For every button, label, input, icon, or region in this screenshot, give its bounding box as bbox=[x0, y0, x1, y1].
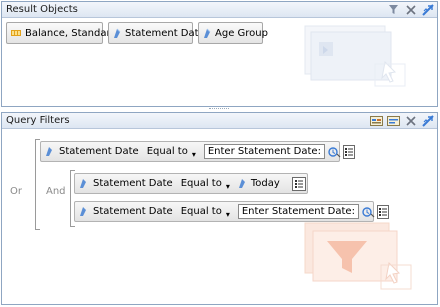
filter-operator-label[interactable]: Equal to bbox=[181, 178, 222, 189]
result-objects-toolbar bbox=[387, 3, 434, 16]
list-icon[interactable] bbox=[342, 144, 355, 159]
clear-all-icon[interactable] bbox=[421, 114, 434, 127]
result-object-label: Age Group bbox=[215, 27, 268, 39]
prompt-properties-icon[interactable] bbox=[362, 204, 375, 219]
list-icon[interactable] bbox=[291, 176, 306, 191]
result-object-label: Statement Date bbox=[125, 27, 205, 39]
result-objects-title: Result Objects bbox=[6, 4, 78, 15]
query-filters-title: Query Filters bbox=[6, 115, 70, 126]
result-object-label: Balance, Standard bbox=[25, 27, 117, 39]
result-object-age-group[interactable]: Age Group bbox=[198, 22, 268, 44]
splitter-grip[interactable] bbox=[209, 108, 229, 111]
dimension-icon bbox=[203, 28, 211, 39]
result-objects-watermark bbox=[297, 22, 417, 97]
result-objects-header: Result Objects bbox=[2, 2, 437, 18]
dimension-icon bbox=[79, 178, 87, 189]
result-objects-panel: Result Objects bbox=[1, 1, 438, 107]
filter-object-label: Statement Date bbox=[93, 178, 173, 189]
close-icon[interactable] bbox=[404, 3, 417, 16]
measure-icon bbox=[11, 30, 21, 36]
filter-object-label: Statement Date bbox=[93, 206, 173, 217]
filter-options-icon[interactable] bbox=[387, 114, 400, 127]
operator-dropdown-icon[interactable]: ▾ bbox=[192, 150, 196, 159]
filter-value-object-label[interactable]: Today bbox=[251, 178, 280, 189]
dimension-icon bbox=[79, 206, 87, 217]
query-filter-row[interactable]: Statement Date Equal to ▾ Enter Statemen… bbox=[40, 141, 355, 162]
predefined-filters-icon[interactable] bbox=[370, 114, 383, 127]
result-object-balance-standard[interactable]: Balance, Standard bbox=[6, 22, 117, 44]
filter-value-input[interactable]: Enter Statement Date: bbox=[203, 144, 325, 159]
prompt-properties-icon[interactable] bbox=[328, 144, 341, 159]
dimension-icon bbox=[45, 146, 53, 157]
operator-dropdown-icon[interactable]: ▾ bbox=[226, 210, 230, 219]
filter-object-label: Statement Date bbox=[59, 146, 139, 157]
close-icon[interactable] bbox=[404, 114, 417, 127]
result-object-statement-date[interactable]: Statement Date bbox=[108, 22, 205, 44]
list-icon[interactable] bbox=[376, 204, 389, 219]
query-filter-row[interactable]: Statement Date Equal to ▾ Enter Statemen… bbox=[74, 201, 389, 222]
dimension-icon bbox=[113, 28, 121, 39]
filter-operator-label[interactable]: Equal to bbox=[181, 206, 222, 217]
filter-operator-label[interactable]: Equal to bbox=[147, 146, 188, 157]
operator-dropdown-icon[interactable]: ▾ bbox=[226, 182, 230, 191]
filter-value-input[interactable]: Enter Statement Date: bbox=[237, 204, 359, 219]
and-operator-label[interactable]: And bbox=[46, 186, 66, 197]
query-filters-toolbar bbox=[370, 114, 434, 127]
clear-all-icon[interactable] bbox=[421, 3, 434, 16]
query-filter-row[interactable]: Statement Date Equal to ▾ Today bbox=[74, 173, 308, 194]
or-operator-label[interactable]: Or bbox=[10, 186, 22, 197]
dimension-icon bbox=[238, 178, 246, 189]
query-filters-watermark bbox=[297, 213, 422, 301]
filter-funnel-icon[interactable] bbox=[387, 3, 400, 16]
